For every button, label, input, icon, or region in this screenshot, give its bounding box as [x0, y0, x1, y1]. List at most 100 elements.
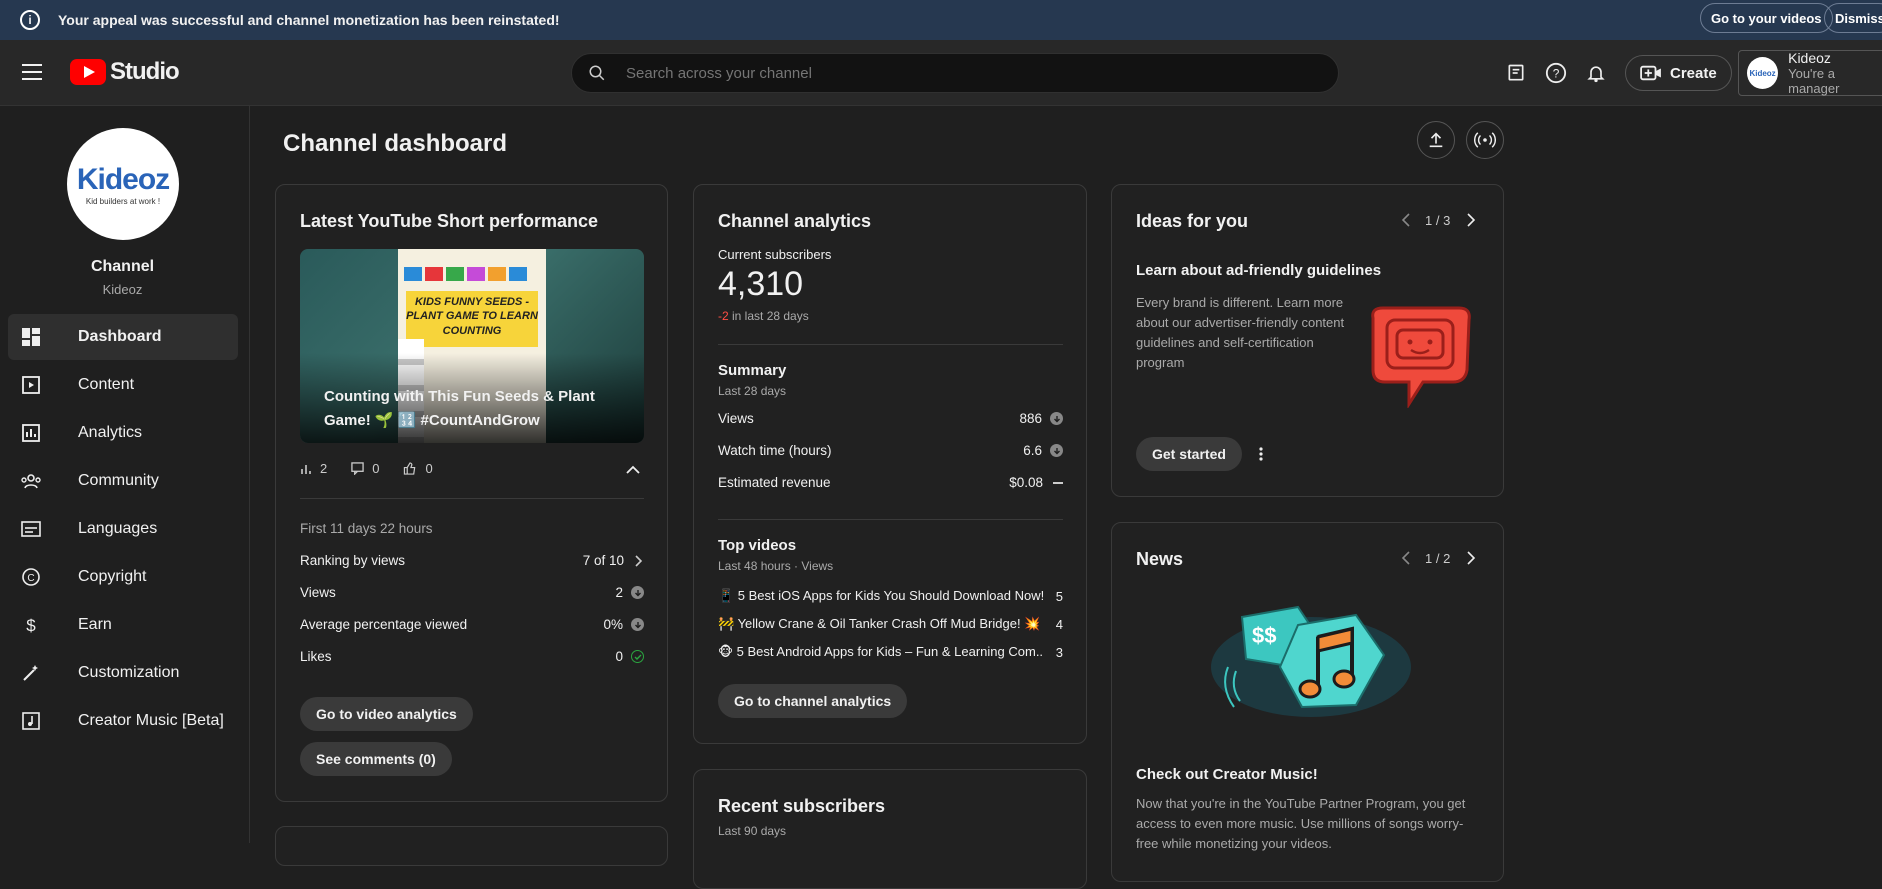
dashboard-icon	[20, 326, 42, 348]
ideas-card: Ideas for you 1 / 3 Learn about ad-frien…	[1111, 184, 1504, 497]
sidebar-item-customization[interactable]: Customization	[8, 650, 238, 696]
chevron-right-icon	[635, 554, 643, 567]
arrow-down-icon	[1050, 412, 1063, 425]
views-stat: 2	[300, 461, 327, 476]
create-video-icon	[1640, 65, 1661, 81]
card-title: News	[1136, 549, 1184, 569]
get-started-button[interactable]: Get started	[1136, 437, 1242, 471]
chevron-right-icon[interactable]	[1466, 551, 1476, 565]
arrow-down-icon	[631, 618, 644, 631]
ideas-pager: 1 / 3	[1425, 213, 1451, 228]
news-body: Now that you're in the YouTube Partner P…	[1136, 796, 1466, 851]
search-bar[interactable]	[571, 53, 1339, 93]
upload-icon	[1429, 132, 1443, 148]
ranking-value: 7 of 10	[582, 553, 624, 568]
news-heading: Check out Creator Music!	[1136, 766, 1318, 783]
sidebar-nav: Dashboard Content Analytics Community La…	[8, 314, 238, 746]
earn-icon: $	[20, 614, 42, 636]
chevron-left-icon[interactable]	[1401, 551, 1411, 565]
banner-message: Your appeal was successful and channel m…	[58, 12, 560, 28]
top-video-row[interactable]: 📱 5 Best iOS Apps for Kids You Should Do…	[718, 588, 1063, 604]
upload-button[interactable]	[1417, 121, 1455, 159]
dismiss-button[interactable]: Dismiss	[1824, 3, 1882, 33]
svg-text:?: ?	[1553, 67, 1560, 81]
ideas-heading: Learn about ad-friendly guidelines	[1136, 262, 1382, 279]
more-options-icon[interactable]	[1258, 446, 1264, 462]
summary-period: Last 28 days	[718, 384, 787, 398]
card-title: Ideas for you	[1136, 211, 1249, 231]
analytics-icon	[20, 422, 42, 444]
go-live-button[interactable]	[1466, 121, 1504, 159]
feedback-icon[interactable]	[1503, 60, 1529, 86]
top-video-row[interactable]: 🐵 5 Best Android Apps for Kids – Fun & L…	[718, 644, 1063, 660]
ranking-row[interactable]: Ranking by views 7 of 10	[300, 553, 644, 568]
news-card: News 1 / 2 $$ Check out Creator Music! N…	[1111, 522, 1504, 882]
notification-banner: i Your appeal was successful and channel…	[0, 0, 1882, 40]
account-switcher[interactable]: Kideoz Kideoz You're a manager	[1738, 50, 1882, 96]
views-row: Views 2	[300, 585, 644, 600]
languages-icon	[20, 518, 42, 540]
create-button[interactable]: Create	[1625, 55, 1732, 91]
top-videos-title: Top videos	[718, 537, 797, 554]
likes-stat: 0	[403, 461, 433, 476]
search-input[interactable]	[626, 64, 1226, 82]
video-thumbnail[interactable]: KIDS FUNNY SEEDS - PLANT GAME TO LEARN C…	[300, 249, 644, 443]
svg-text:C: C	[27, 573, 34, 584]
comments-stat: 0	[351, 461, 379, 476]
go-to-video-analytics-button[interactable]: Go to video analytics	[300, 697, 473, 731]
card-title: Recent subscribers	[718, 796, 886, 816]
help-icon[interactable]: ?	[1543, 60, 1569, 86]
comment-icon	[351, 462, 364, 475]
subscribers-count: 4,310	[718, 265, 804, 303]
thumbnail-banner-text: KIDS FUNNY SEEDS - PLANT GAME TO LEARN C…	[406, 291, 538, 347]
dash-icon	[1053, 481, 1063, 484]
likes-row: Likes 0	[300, 649, 644, 664]
sidebar-item-community[interactable]: Community	[8, 458, 238, 504]
arrow-down-icon	[631, 586, 644, 599]
card-title: Latest YouTube Short performance	[300, 211, 599, 231]
thumbs-up-icon	[404, 462, 416, 475]
subscribers-label: Current subscribers	[718, 247, 832, 262]
subscribers-change: -2 in last 28 days	[718, 309, 809, 323]
short-performance-card: Latest YouTube Short performance KIDS FU…	[275, 184, 668, 802]
account-avatar: Kideoz	[1747, 57, 1779, 89]
top-bar: Studio ? Create Kideoz Kideoz You're a m…	[0, 40, 1882, 106]
account-name: Kideoz	[1788, 50, 1831, 66]
svg-text:$$: $$	[1252, 623, 1276, 648]
creator-music-illustration-icon: $$	[1211, 605, 1411, 717]
see-comments-button[interactable]: See comments (0)	[300, 742, 452, 776]
sidebar-item-analytics[interactable]: Analytics	[8, 410, 238, 456]
go-to-videos-button[interactable]: Go to your videos	[1700, 3, 1833, 33]
recent-period: Last 90 days	[718, 824, 787, 838]
collapse-chevron-icon[interactable]	[626, 465, 640, 475]
card-title: Channel analytics	[718, 211, 872, 231]
studio-logo[interactable]: Studio	[70, 58, 180, 86]
short-stats: 2 0 0	[300, 461, 457, 476]
content-icon	[20, 374, 42, 396]
check-icon	[631, 650, 644, 663]
video-caption: Counting with This Fun Seeds & Plant Gam…	[324, 388, 595, 429]
notifications-icon[interactable]	[1583, 60, 1609, 86]
channel-avatar[interactable]: Kideoz Kid builders at work !	[67, 128, 179, 240]
channel-analytics-card: Channel analytics Current subscribers 4,…	[693, 184, 1087, 744]
top-video-row[interactable]: 🚧 Yellow Crane & Oil Tanker Crash Off Mu…	[718, 616, 1063, 632]
chevron-right-icon[interactable]	[1466, 213, 1476, 227]
chevron-left-icon[interactable]	[1401, 213, 1411, 227]
ad-friendly-illustration-icon	[1371, 306, 1471, 408]
sidebar-item-content[interactable]: Content	[8, 362, 238, 408]
sidebar-item-copyright[interactable]: C Copyright	[8, 554, 238, 600]
arrow-down-icon	[1050, 444, 1063, 457]
avg-viewed-row: Average percentage viewed 0%	[300, 617, 644, 632]
sidebar-item-languages[interactable]: Languages	[8, 506, 238, 552]
sidebar-item-creator-music[interactable]: Creator Music [Beta]	[8, 698, 238, 744]
sidebar-item-earn[interactable]: $ Earn	[8, 602, 238, 648]
sidebar-item-dashboard[interactable]: Dashboard	[8, 314, 238, 360]
sidebar: Kideoz Kid builders at work ! Channel Ki…	[0, 106, 250, 843]
ideas-body: Every brand is different. Learn more abo…	[1136, 295, 1345, 370]
customization-icon	[20, 662, 42, 684]
account-role: You're a manager	[1788, 66, 1840, 96]
go-to-channel-analytics-button[interactable]: Go to channel analytics	[718, 684, 908, 718]
menu-icon[interactable]	[22, 64, 42, 80]
youtube-play-icon	[70, 59, 106, 85]
community-icon	[20, 470, 42, 492]
